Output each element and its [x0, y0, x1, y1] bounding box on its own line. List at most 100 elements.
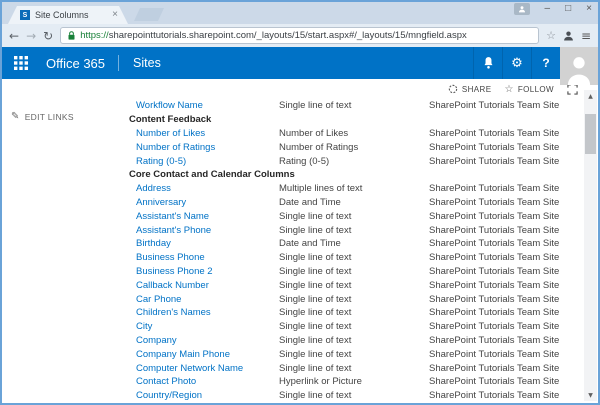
column-name-link[interactable]: Anniversary — [129, 197, 279, 208]
table-row: Rating (0-5) Rating (0-5) SharePoint Tut… — [129, 154, 584, 168]
table-row: Birthday Date and Time SharePoint Tutori… — [129, 237, 584, 251]
reload-icon[interactable]: ↻ — [43, 30, 53, 42]
column-source: SharePoint Tutorials Team Site — [429, 211, 584, 222]
column-type: Single line of text — [279, 321, 429, 332]
table-row: Company Main Phone Single line of text S… — [129, 347, 584, 361]
column-name-link[interactable]: Contact Photo — [129, 376, 279, 387]
column-type: Single line of text — [279, 294, 429, 305]
address-bar[interactable]: https://sharepointtutorials.sharepoint.c… — [60, 27, 539, 44]
column-name-link[interactable]: Birthday — [129, 238, 279, 249]
office365-brand-link[interactable]: Office 365 — [40, 47, 118, 79]
column-name-link[interactable]: Callback Number — [129, 280, 279, 291]
table-row: Children's Names Single line of text Sha… — [129, 306, 584, 320]
share-button[interactable]: SHARE — [448, 84, 492, 94]
table-row: Address Multiple lines of text SharePoin… — [129, 182, 584, 196]
column-name-link: Content Feedback — [129, 114, 429, 125]
url-path: sharepointtutorials.sharepoint.com/_layo… — [109, 30, 467, 41]
table-row: Workflow Name Single line of text ShareP… — [129, 99, 584, 113]
column-source: SharePoint Tutorials Team Site — [429, 349, 584, 360]
scrollbar-thumb[interactable] — [585, 114, 596, 154]
back-icon[interactable]: ← — [9, 30, 19, 42]
column-type: Single line of text — [279, 266, 429, 277]
column-name-link[interactable]: Children's Names — [129, 307, 279, 318]
column-name-link[interactable]: Business Phone — [129, 252, 279, 263]
column-type: Single line of text — [279, 211, 429, 222]
table-row: Number of Ratings Number of Ratings Shar… — [129, 140, 584, 154]
column-source: SharePoint Tutorials Team Site — [429, 307, 584, 318]
help-icon: ? — [542, 56, 549, 70]
column-source: SharePoint Tutorials Team Site — [429, 376, 584, 387]
column-type: Single line of text — [279, 280, 429, 291]
forward-icon[interactable]: → — [26, 30, 36, 42]
column-name-link[interactable]: Workflow Name — [129, 100, 279, 111]
follow-button[interactable]: ☆ FOLLOW — [504, 84, 554, 95]
browser-window: S Site Columns × – □ × ← → ↻ https://sha… — [0, 0, 600, 405]
column-name-link[interactable]: Computer Network Name — [129, 363, 279, 374]
settings-button[interactable]: ⚙ — [502, 47, 531, 79]
tab-strip: S Site Columns × – □ × — [2, 2, 598, 24]
column-source: SharePoint Tutorials Team Site — [429, 335, 584, 346]
column-type: Multiple lines of text — [279, 183, 429, 194]
column-name-link: Core Contact and Calendar Columns — [129, 169, 429, 180]
column-type: Single line of text — [279, 225, 429, 236]
column-name-link[interactable]: Company — [129, 335, 279, 346]
column-source: SharePoint Tutorials Team Site — [429, 156, 584, 167]
column-name-link[interactable]: Rating (0-5) — [129, 156, 279, 167]
column-type: Single line of text — [279, 307, 429, 318]
column-source: SharePoint Tutorials Team Site — [429, 280, 584, 291]
column-name-link[interactable]: Assistant's Name — [129, 211, 279, 222]
scroll-up-icon[interactable]: ▲ — [584, 90, 597, 102]
new-tab-button[interactable] — [134, 8, 164, 21]
help-button[interactable]: ? — [531, 47, 560, 79]
sites-nav-link[interactable]: Sites — [119, 47, 175, 79]
table-row: Number of Likes Number of Likes SharePoi… — [129, 127, 584, 141]
notifications-button[interactable] — [473, 47, 502, 79]
column-name-link[interactable]: Assistant's Phone — [129, 225, 279, 236]
browser-profile-icon[interactable] — [514, 3, 530, 15]
share-label: SHARE — [462, 85, 492, 94]
pencil-icon: ✎ — [11, 111, 20, 122]
app-launcher-button[interactable] — [2, 47, 40, 79]
column-name-link[interactable]: Car Phone — [129, 294, 279, 305]
focus-mode-icon[interactable] — [567, 84, 578, 95]
scroll-down-icon[interactable]: ▼ — [584, 389, 597, 401]
tab-title: Site Columns — [35, 10, 108, 20]
user-avatar[interactable] — [560, 47, 598, 85]
table-row: Assistant's Name Single line of text Sha… — [129, 209, 584, 223]
column-name-link[interactable]: Address — [129, 183, 279, 194]
column-name-link[interactable]: Company Main Phone — [129, 349, 279, 360]
column-name-link[interactable]: Number of Ratings — [129, 142, 279, 153]
table-row: Anniversary Date and Time SharePoint Tut… — [129, 196, 584, 210]
tab-close-icon[interactable]: × — [112, 10, 118, 20]
column-name-link[interactable]: Country/Region — [129, 390, 279, 401]
table-row: Business Phone Single line of text Share… — [129, 251, 584, 265]
maximize-button[interactable]: □ — [565, 4, 571, 14]
column-type: Number of Ratings — [279, 142, 429, 153]
column-name-link[interactable]: City — [129, 321, 279, 332]
column-type: Single line of text — [279, 390, 429, 401]
column-type: Date and Time — [279, 238, 429, 249]
waffle-icon — [14, 56, 28, 70]
column-source: SharePoint Tutorials Team Site — [429, 390, 584, 401]
table-row: City Single line of text SharePoint Tuto… — [129, 320, 584, 334]
close-button[interactable]: × — [586, 4, 592, 14]
follow-star-icon: ☆ — [504, 84, 513, 95]
column-type: Single line of text — [279, 363, 429, 374]
browser-menu-icon[interactable]: ≡ — [581, 29, 591, 43]
column-source: SharePoint Tutorials Team Site — [429, 128, 584, 139]
column-source: SharePoint Tutorials Team Site — [429, 294, 584, 305]
vertical-scrollbar[interactable]: ▲ ▼ — [584, 90, 597, 401]
column-name-link[interactable]: Number of Likes — [129, 128, 279, 139]
minimize-button[interactable]: – — [545, 4, 551, 14]
column-type: Number of Likes — [279, 128, 429, 139]
browser-tab[interactable]: S Site Columns × — [8, 6, 128, 24]
column-name-link[interactable]: Business Phone 2 — [129, 266, 279, 277]
bookmark-star-icon[interactable]: ☆ — [546, 29, 556, 42]
column-source: SharePoint Tutorials Team Site — [429, 225, 584, 236]
column-type: Single line of text — [279, 349, 429, 360]
browser-extension-icon[interactable] — [563, 30, 574, 41]
person-icon — [564, 53, 594, 85]
table-row: Business Phone 2 Single line of text Sha… — [129, 265, 584, 279]
office365-suite-bar: Office 365 Sites ⚙ ? — [2, 47, 598, 79]
edit-links-button[interactable]: ✎EDIT LINKS — [11, 111, 129, 122]
